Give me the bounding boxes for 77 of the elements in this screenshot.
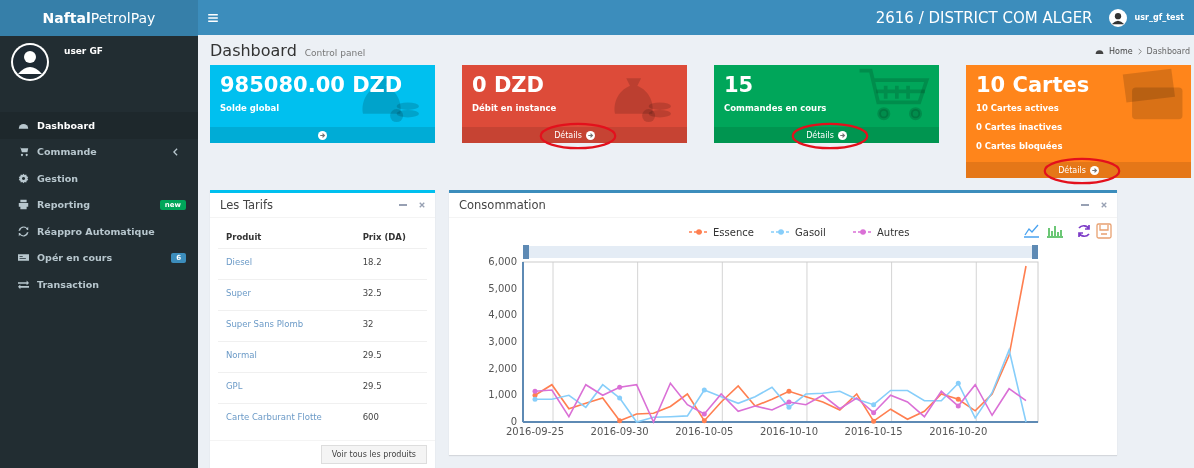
gear-icon	[18, 172, 29, 184]
stat-label: Débit en instance	[472, 102, 558, 115]
sidebar-item[interactable]: Dashboard	[0, 112, 198, 139]
arrow-circle-icon	[1089, 165, 1099, 175]
breadcrumb-link[interactable]: Dashboard	[1146, 47, 1190, 56]
y-tick-label: 5,000	[488, 282, 517, 294]
refresh-icon	[18, 225, 29, 237]
bar-chart-icon[interactable]	[1046, 225, 1064, 238]
legend-item[interactable]: Essence	[688, 227, 754, 238]
legend-label: Essence	[713, 227, 754, 238]
stat-label: Commandes en cours	[724, 102, 828, 115]
refresh-icon[interactable]	[1078, 224, 1090, 238]
y-tick-label: 2,000	[488, 362, 517, 374]
legend-item[interactable]: Autres	[852, 227, 910, 238]
x-tick-label: 2016-10-20	[929, 426, 988, 437]
close-icon[interactable]	[419, 202, 425, 208]
arrow-circle-icon	[318, 130, 327, 140]
column-header: Produit	[218, 224, 355, 249]
x-tick-label: 2016-10-05	[675, 426, 734, 437]
column-header: Prix (DA)	[354, 224, 427, 249]
stat-value: 15	[724, 72, 755, 99]
details-link[interactable]: Détails	[714, 127, 939, 143]
print-icon	[18, 199, 29, 211]
details-link[interactable]: Détails	[462, 127, 687, 143]
sidebar-item[interactable]: Réappro Automatique	[0, 218, 198, 245]
stat-label: 10 Cartes actives	[976, 102, 1060, 115]
y-tick-label: 3,000	[488, 336, 517, 347]
price-cell: 29.5	[354, 341, 427, 373]
stat-label: Solde global	[220, 102, 281, 115]
y-tick-label: 1,000	[488, 389, 517, 401]
user-icon[interactable]	[1108, 8, 1127, 27]
panel-title: Les Tarifs	[220, 198, 274, 212]
y-tick-label: 6,000	[488, 256, 517, 267]
stat-value: 10 Cartes	[976, 72, 1091, 99]
sidebar-item[interactable]: Commande	[0, 138, 198, 165]
price-cell: 18.2	[354, 248, 427, 280]
zoom-slider[interactable]	[523, 245, 1038, 259]
avatar-icon	[10, 42, 50, 82]
user-name: user GF	[64, 46, 103, 58]
legend-item[interactable]: Gasoil	[770, 227, 826, 238]
view-all-button[interactable]: Voir tous les produits	[320, 445, 427, 464]
list-icon	[18, 252, 29, 264]
y-tick-label: 4,000	[488, 309, 517, 321]
y-tick-label: 0	[510, 416, 517, 427]
exchange-icon	[18, 278, 29, 290]
price-cell: 32.5	[354, 279, 427, 311]
close-icon[interactable]	[1101, 202, 1107, 208]
user-name[interactable]: usr_gf_test	[1134, 13, 1184, 22]
menu-icon[interactable]	[208, 13, 218, 22]
arrow-circle-icon	[837, 130, 847, 140]
price-cell: 29.5	[354, 372, 427, 404]
stat-value: 0 DZD	[472, 72, 545, 99]
arrow-circle-icon	[585, 130, 595, 140]
price-cell: 600	[354, 403, 427, 434]
legend-label: Gasoil	[795, 227, 826, 238]
save-icon[interactable]	[1096, 223, 1112, 239]
x-tick-label: 2016-10-15	[844, 426, 903, 437]
price-cell: 32	[354, 310, 427, 342]
brand-logo[interactable]: NaftalPetrolPay	[0, 0, 198, 36]
district-name: 2616 / DISTRICT COM ALGER	[875, 8, 1093, 27]
chevron-right-icon	[1137, 48, 1142, 55]
breadcrumb-link[interactable]: Home	[1108, 47, 1133, 56]
cart-icon	[18, 146, 29, 158]
x-tick-label: 2016-09-30	[590, 426, 649, 437]
page-title: Dashboard	[210, 41, 297, 60]
panel-title: Consommation	[459, 198, 546, 212]
sidebar-item[interactable]: Transaction	[0, 271, 198, 298]
line-chart-icon[interactable]	[1023, 224, 1040, 238]
x-tick-label: 2016-10-10	[759, 426, 819, 437]
sidebar-item[interactable]: Gestion	[0, 165, 198, 192]
stat-value: 985080.00 DZD	[220, 72, 404, 99]
dashboard-icon	[1094, 47, 1104, 56]
stat-label: 0 Cartes bloquées	[976, 140, 1064, 153]
stat-label: 0 Cartes inactives	[976, 121, 1063, 134]
x-tick-label: 2016-09-25	[505, 426, 565, 437]
page-subtitle: Control panel	[304, 48, 366, 58]
legend-label: Autres	[877, 227, 910, 238]
